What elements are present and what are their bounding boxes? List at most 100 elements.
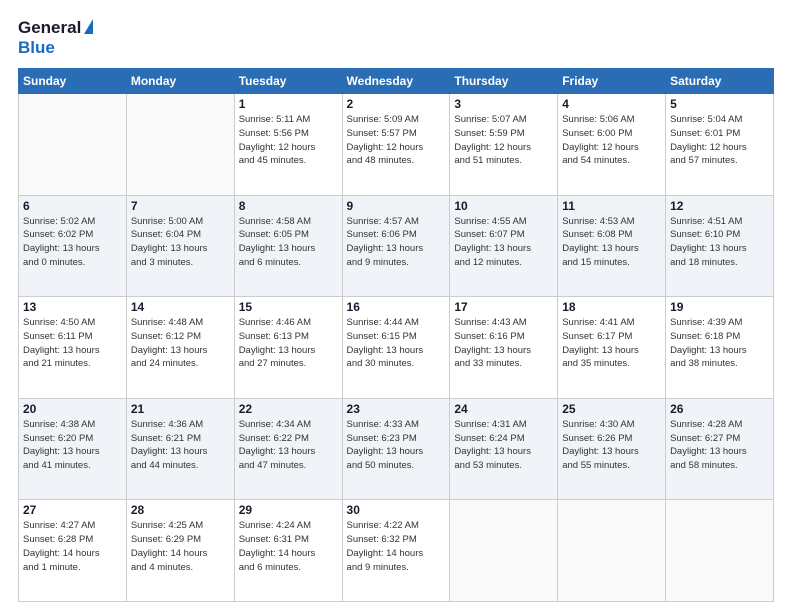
calendar-body: 1 Sunrise: 5:11 AM Sunset: 5:56 PM Daylig… [19, 94, 774, 602]
day-info: Sunrise: 4:55 AM Sunset: 6:07 PM Dayligh… [454, 215, 553, 270]
day-number: 17 [454, 300, 553, 314]
col-header-tuesday: Tuesday [234, 69, 342, 94]
calendar-cell: 5Sunrise: 5:04 AM Sunset: 6:01 PM Daylig… [666, 94, 774, 196]
day-info: Sunrise: 4:28 AM Sunset: 6:27 PM Dayligh… [670, 418, 769, 473]
calendar-cell: 25 Sunrise: 4:30 AM Sunset: 6:26 PM Dayli… [558, 398, 666, 500]
day-number: 19 [670, 300, 769, 314]
col-header-friday: Friday [558, 69, 666, 94]
calendar-cell [450, 500, 558, 602]
col-header-wednesday: Wednesday [342, 69, 450, 94]
day-info: Sunrise: 4:53 AM Sunset: 6:08 PM Dayligh… [562, 215, 661, 270]
day-number: 27 [23, 503, 122, 517]
calendar-cell: 1 Sunrise: 5:11 AM Sunset: 5:56 PM Daylig… [234, 94, 342, 196]
calendar-cell [19, 94, 127, 196]
day-number: 14 [131, 300, 230, 314]
day-number: 24 [454, 402, 553, 416]
day-number: 21 [131, 402, 230, 416]
day-number: 4 [562, 97, 661, 111]
col-header-sunday: Sunday [19, 69, 127, 94]
day-number: 22 [239, 402, 338, 416]
calendar-week-row: 20 Sunrise: 4:38 AM Sunset: 6:20 PM Dayli… [19, 398, 774, 500]
day-info: Sunrise: 5:00 AM Sunset: 6:04 PM Dayligh… [131, 215, 230, 270]
calendar-cell: 8 Sunrise: 4:58 AM Sunset: 6:05 PM Daylig… [234, 195, 342, 297]
calendar-cell: 17 Sunrise: 4:43 AM Sunset: 6:16 PM Dayli… [450, 297, 558, 399]
day-info: Sunrise: 4:44 AM Sunset: 6:15 PM Dayligh… [347, 316, 446, 371]
calendar-week-row: 13Sunrise: 4:50 AM Sunset: 6:11 PM Dayli… [19, 297, 774, 399]
calendar-cell: 28Sunrise: 4:25 AM Sunset: 6:29 PM Dayli… [126, 500, 234, 602]
calendar-cell: 18Sunrise: 4:41 AM Sunset: 6:17 PM Dayli… [558, 297, 666, 399]
calendar-cell: 13Sunrise: 4:50 AM Sunset: 6:11 PM Dayli… [19, 297, 127, 399]
day-info: Sunrise: 4:46 AM Sunset: 6:13 PM Dayligh… [239, 316, 338, 371]
col-header-thursday: Thursday [450, 69, 558, 94]
day-info: Sunrise: 4:58 AM Sunset: 6:05 PM Dayligh… [239, 215, 338, 270]
day-info: Sunrise: 4:43 AM Sunset: 6:16 PM Dayligh… [454, 316, 553, 371]
calendar-table: SundayMondayTuesdayWednesdayThursdayFrid… [18, 68, 774, 602]
day-info: Sunrise: 4:24 AM Sunset: 6:31 PM Dayligh… [239, 519, 338, 574]
day-info: Sunrise: 4:51 AM Sunset: 6:10 PM Dayligh… [670, 215, 769, 270]
day-info: Sunrise: 4:27 AM Sunset: 6:28 PM Dayligh… [23, 519, 122, 574]
day-info: Sunrise: 4:50 AM Sunset: 6:11 PM Dayligh… [23, 316, 122, 371]
day-info: Sunrise: 4:30 AM Sunset: 6:26 PM Dayligh… [562, 418, 661, 473]
calendar-cell: 27 Sunrise: 4:27 AM Sunset: 6:28 PM Dayli… [19, 500, 127, 602]
day-number: 6 [23, 199, 122, 213]
day-number: 30 [347, 503, 446, 517]
calendar-cell: 9Sunrise: 4:57 AM Sunset: 6:06 PM Daylig… [342, 195, 450, 297]
calendar-cell: 4 Sunrise: 5:06 AM Sunset: 6:00 PM Daylig… [558, 94, 666, 196]
day-number: 23 [347, 402, 446, 416]
day-info: Sunrise: 4:38 AM Sunset: 6:20 PM Dayligh… [23, 418, 122, 473]
day-number: 20 [23, 402, 122, 416]
day-info: Sunrise: 4:31 AM Sunset: 6:24 PM Dayligh… [454, 418, 553, 473]
calendar-cell [126, 94, 234, 196]
day-info: Sunrise: 4:33 AM Sunset: 6:23 PM Dayligh… [347, 418, 446, 473]
calendar-cell [558, 500, 666, 602]
calendar-cell: 12 Sunrise: 4:51 AM Sunset: 6:10 PM Dayli… [666, 195, 774, 297]
day-info: Sunrise: 5:04 AM Sunset: 6:01 PM Dayligh… [670, 113, 769, 168]
calendar-cell: 15 Sunrise: 4:46 AM Sunset: 6:13 PM Dayli… [234, 297, 342, 399]
calendar-cell: 10Sunrise: 4:55 AM Sunset: 6:07 PM Dayli… [450, 195, 558, 297]
page: General Blue SundayMondayTuesdayWednesda… [0, 0, 792, 612]
calendar-cell: 16 Sunrise: 4:44 AM Sunset: 6:15 PM Dayli… [342, 297, 450, 399]
day-info: Sunrise: 4:34 AM Sunset: 6:22 PM Dayligh… [239, 418, 338, 473]
day-info: Sunrise: 4:48 AM Sunset: 6:12 PM Dayligh… [131, 316, 230, 371]
day-number: 25 [562, 402, 661, 416]
col-header-monday: Monday [126, 69, 234, 94]
calendar-cell: 11 Sunrise: 4:53 AM Sunset: 6:08 PM Dayli… [558, 195, 666, 297]
logo-general: General [18, 18, 81, 38]
day-info: Sunrise: 4:39 AM Sunset: 6:18 PM Dayligh… [670, 316, 769, 371]
day-number: 11 [562, 199, 661, 213]
calendar-cell: 14 Sunrise: 4:48 AM Sunset: 6:12 PM Dayli… [126, 297, 234, 399]
day-number: 8 [239, 199, 338, 213]
day-number: 12 [670, 199, 769, 213]
day-number: 29 [239, 503, 338, 517]
calendar-header-row: SundayMondayTuesdayWednesdayThursdayFrid… [19, 69, 774, 94]
logo: General Blue [18, 18, 93, 58]
day-info: Sunrise: 5:11 AM Sunset: 5:56 PM Dayligh… [239, 113, 338, 168]
calendar-cell: 26Sunrise: 4:28 AM Sunset: 6:27 PM Dayli… [666, 398, 774, 500]
header: General Blue [18, 18, 774, 58]
logo-blue: Blue [18, 38, 55, 57]
day-number: 15 [239, 300, 338, 314]
day-number: 28 [131, 503, 230, 517]
col-header-saturday: Saturday [666, 69, 774, 94]
calendar-cell: 20 Sunrise: 4:38 AM Sunset: 6:20 PM Dayli… [19, 398, 127, 500]
day-info: Sunrise: 4:36 AM Sunset: 6:21 PM Dayligh… [131, 418, 230, 473]
calendar-cell: 29 Sunrise: 4:24 AM Sunset: 6:31 PM Dayli… [234, 500, 342, 602]
calendar-cell: 2Sunrise: 5:09 AM Sunset: 5:57 PM Daylig… [342, 94, 450, 196]
day-info: Sunrise: 4:22 AM Sunset: 6:32 PM Dayligh… [347, 519, 446, 574]
logo-triangle-icon [84, 19, 93, 34]
day-number: 3 [454, 97, 553, 111]
day-number: 2 [347, 97, 446, 111]
day-number: 1 [239, 97, 338, 111]
calendar-cell: 6Sunrise: 5:02 AM Sunset: 6:02 PM Daylig… [19, 195, 127, 297]
day-info: Sunrise: 4:41 AM Sunset: 6:17 PM Dayligh… [562, 316, 661, 371]
calendar-cell: 21 Sunrise: 4:36 AM Sunset: 6:21 PM Dayli… [126, 398, 234, 500]
calendar-cell: 24 Sunrise: 4:31 AM Sunset: 6:24 PM Dayli… [450, 398, 558, 500]
day-number: 7 [131, 199, 230, 213]
calendar-week-row: 27 Sunrise: 4:27 AM Sunset: 6:28 PM Dayli… [19, 500, 774, 602]
day-info: Sunrise: 5:06 AM Sunset: 6:00 PM Dayligh… [562, 113, 661, 168]
calendar-week-row: 6Sunrise: 5:02 AM Sunset: 6:02 PM Daylig… [19, 195, 774, 297]
calendar-week-row: 1 Sunrise: 5:11 AM Sunset: 5:56 PM Daylig… [19, 94, 774, 196]
day-number: 16 [347, 300, 446, 314]
calendar-cell: 23 Sunrise: 4:33 AM Sunset: 6:23 PM Dayli… [342, 398, 450, 500]
calendar-cell: 22 Sunrise: 4:34 AM Sunset: 6:22 PM Dayli… [234, 398, 342, 500]
